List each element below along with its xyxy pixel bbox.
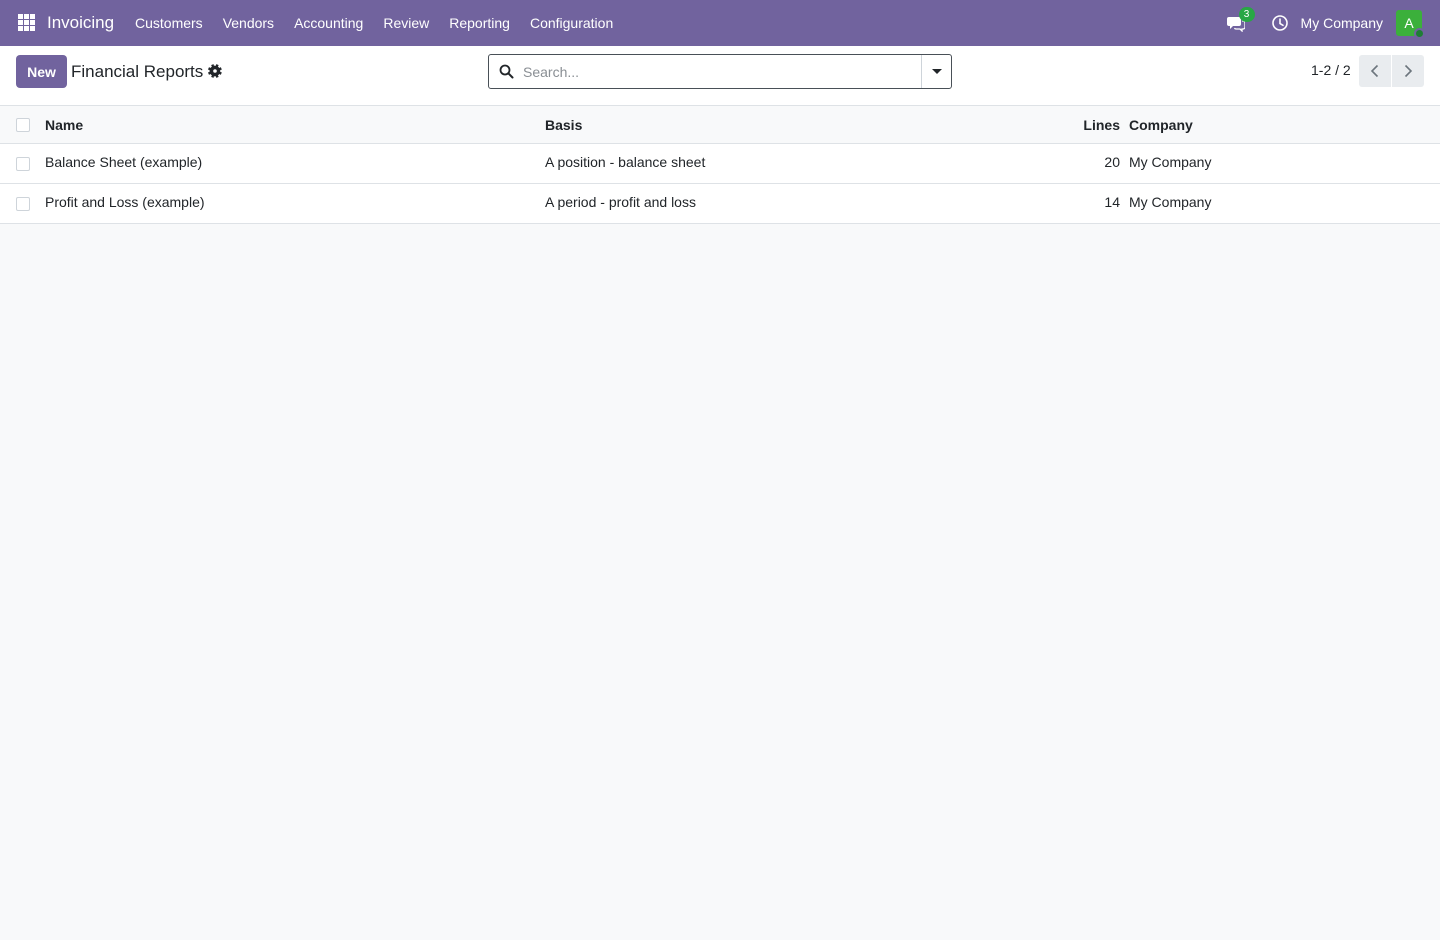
menu-item-review[interactable]: Review — [373, 0, 439, 46]
pager-previous-button[interactable] — [1359, 55, 1391, 87]
pager-value[interactable]: 1-2 / 2 — [1311, 62, 1351, 78]
table-row[interactable]: Balance Sheet (example) A position - bal… — [0, 144, 1440, 184]
list-view: Name Basis Lines Company Balance Sheet (… — [0, 106, 1440, 224]
menu-item-vendors[interactable]: Vendors — [213, 0, 284, 46]
pager-next-button[interactable] — [1392, 55, 1424, 87]
main-menu: Customers Vendors Accounting Review Repo… — [125, 0, 623, 46]
user-avatar[interactable]: A — [1396, 10, 1425, 39]
select-all-checkbox[interactable] — [16, 117, 30, 132]
column-header-name[interactable]: Name — [45, 106, 83, 144]
search-bar — [488, 54, 952, 89]
company-switcher[interactable]: My Company — [1301, 15, 1383, 31]
column-header-lines[interactable]: Lines — [1083, 106, 1120, 144]
row-checkbox[interactable] — [16, 196, 30, 211]
navbar-systray: 3 My Company A — [1226, 0, 1425, 46]
menu-item-accounting[interactable]: Accounting — [284, 0, 373, 46]
cell-basis: A position - balance sheet — [545, 154, 706, 170]
app-menu-grid-icon[interactable] — [18, 14, 35, 31]
row-checkbox[interactable] — [16, 156, 30, 171]
chevron-left-icon — [1370, 64, 1379, 78]
new-button[interactable]: New — [16, 55, 67, 88]
cell-company: My Company — [1129, 154, 1212, 170]
cell-name: Profit and Loss (example) — [45, 194, 205, 210]
column-header-basis[interactable]: Basis — [545, 106, 582, 144]
avatar-letter: A — [1404, 15, 1414, 31]
table-header-row: Name Basis Lines Company — [0, 106, 1440, 144]
menu-item-configuration[interactable]: Configuration — [520, 0, 623, 46]
search-options-toggle[interactable] — [921, 55, 951, 88]
cell-company: My Company — [1129, 194, 1212, 210]
app-name[interactable]: Invoicing — [47, 13, 114, 33]
table-row[interactable]: Profit and Loss (example) A period - pro… — [0, 184, 1440, 224]
cell-lines: 14 — [1104, 194, 1120, 210]
gear-icon[interactable] — [207, 63, 223, 79]
control-panel: New Financial Reports 1-2 / 2 — [0, 46, 1440, 106]
cell-lines: 20 — [1104, 154, 1120, 170]
top-navbar: Invoicing Customers Vendors Accounting R… — [0, 0, 1440, 46]
column-header-company[interactable]: Company — [1129, 106, 1193, 144]
caret-down-icon — [931, 69, 942, 74]
online-status-dot — [1414, 28, 1425, 39]
search-icon — [499, 64, 514, 79]
cell-basis: A period - profit and loss — [545, 194, 696, 210]
chevron-right-icon — [1404, 64, 1413, 78]
messaging-icon[interactable]: 3 — [1226, 7, 1255, 33]
page-title: Financial Reports — [71, 62, 204, 81]
messaging-count-badge: 3 — [1238, 7, 1255, 22]
menu-item-reporting[interactable]: Reporting — [439, 0, 520, 46]
cell-name: Balance Sheet (example) — [45, 154, 203, 170]
search-input[interactable] — [523, 59, 913, 84]
menu-item-customers[interactable]: Customers — [125, 0, 213, 46]
activity-clock-icon[interactable] — [1271, 14, 1289, 32]
